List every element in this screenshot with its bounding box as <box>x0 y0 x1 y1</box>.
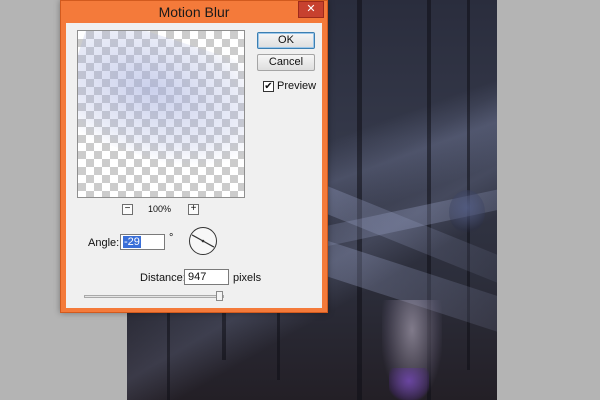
distance-unit: pixels <box>233 272 262 284</box>
distance-slider-thumb[interactable] <box>216 291 224 301</box>
distance-label: Distance: <box>140 272 186 284</box>
cancel-button[interactable]: Cancel <box>257 54 315 71</box>
preview-checkbox-label[interactable]: Preview <box>277 80 316 92</box>
motion-blur-dialog: Motion Blur ✕ − 100% + OK Cancel ✔ Previ… <box>60 0 328 313</box>
dialog-body: − 100% + OK Cancel ✔ Preview Angle: -29 … <box>66 23 322 308</box>
zoom-in-button[interactable]: + <box>188 204 199 215</box>
distance-input[interactable]: 947 <box>184 269 229 285</box>
filter-preview[interactable] <box>77 30 245 198</box>
dialog-title: Motion Blur <box>158 4 230 20</box>
checkmark-icon: ✔ <box>264 81 273 92</box>
preview-checkbox[interactable]: ✔ <box>263 81 274 92</box>
close-icon: ✕ <box>306 3 316 15</box>
angle-label: Angle: <box>88 237 120 249</box>
dialog-title-bar[interactable]: Motion Blur ✕ <box>61 1 327 23</box>
angle-dial-icon[interactable] <box>188 226 218 256</box>
distance-slider-track[interactable] <box>84 295 224 298</box>
zoom-out-button[interactable]: − <box>122 204 133 215</box>
degree-symbol: ° <box>169 232 174 244</box>
preview-blur-image <box>78 31 244 189</box>
angle-input[interactable]: -29 <box>120 234 165 250</box>
close-button[interactable]: ✕ <box>298 1 324 18</box>
figure-cloth <box>389 368 429 400</box>
angle-input-value: -29 <box>123 236 141 248</box>
workspace: Motion Blur ✕ − 100% + OK Cancel ✔ Previ… <box>0 0 600 400</box>
zoom-level: 100% <box>148 204 172 214</box>
figure-head <box>449 190 485 234</box>
minus-icon: − <box>124 203 131 214</box>
plus-icon: + <box>190 203 197 214</box>
ok-button[interactable]: OK <box>257 32 315 49</box>
